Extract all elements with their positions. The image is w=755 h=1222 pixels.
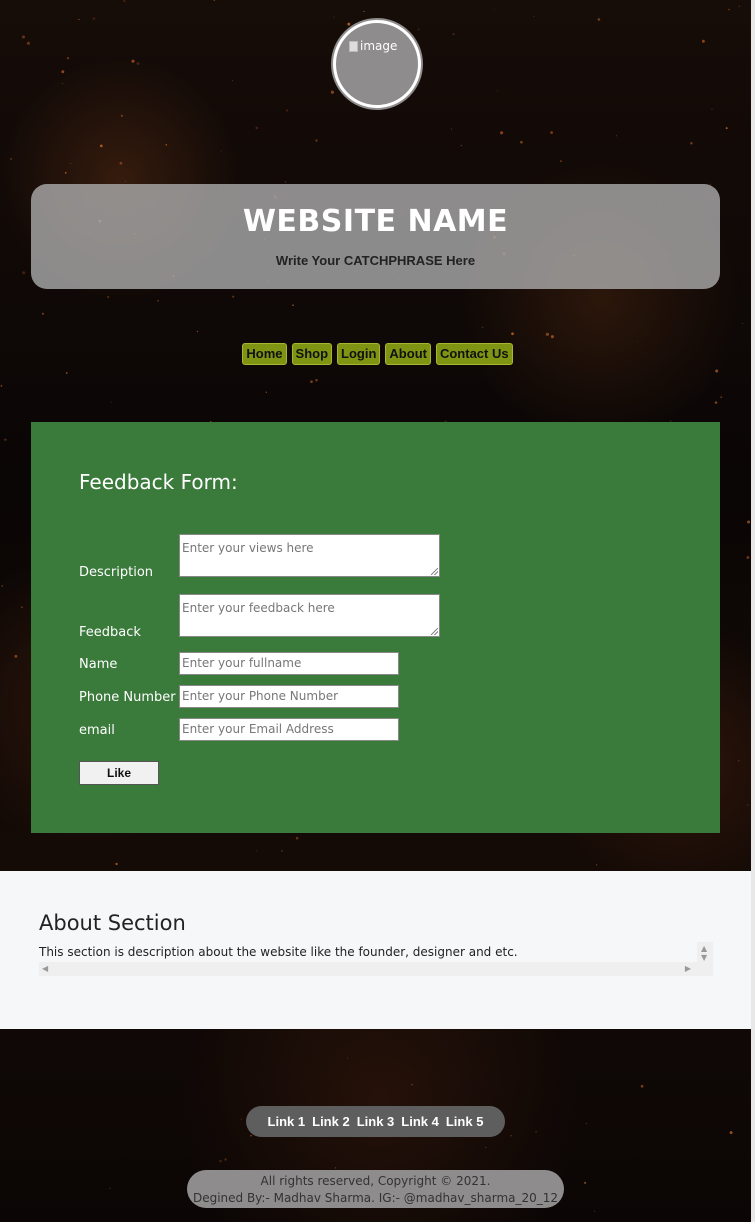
site-title: WEBSITE NAME <box>242 204 509 239</box>
about-title: About Section <box>39 911 186 935</box>
copyright-box: All rights reserved, Copyright © 2021. D… <box>187 1170 564 1208</box>
page-scrollbar[interactable] <box>751 0 755 1222</box>
nav-shop[interactable]: Shop <box>291 343 333 365</box>
description-placeholder: Enter your views here <box>182 541 314 555</box>
tagline-strong: CATCHPHRASE <box>343 253 443 268</box>
footer-link-4[interactable]: Link 4 <box>401 1114 439 1129</box>
nav-home[interactable]: Home <box>242 343 287 365</box>
about-vertical-scrollbar[interactable]: ▲ ▼ <box>697 942 713 976</box>
main-nav: Home Shop Login About Contact Us <box>0 343 755 365</box>
footer-links: Link 1 Link 2 Link 3 Link 4 Link 5 <box>246 1106 505 1137</box>
email-input[interactable]: Enter your Email Address <box>179 718 399 741</box>
name-input[interactable]: Enter your fullname <box>179 652 399 675</box>
scroll-up-icon[interactable]: ▲ <box>701 945 707 953</box>
footer-link-2[interactable]: Link 2 <box>312 1114 350 1129</box>
feedback-placeholder: Enter your feedback here <box>182 601 335 615</box>
phone-label: Phone Number <box>79 690 176 705</box>
about-horizontal-scrollbar[interactable]: ◀ ▶ <box>39 962 697 976</box>
resize-grip-icon[interactable] <box>431 628 438 635</box>
email-label: email <box>79 723 115 738</box>
name-label: Name <box>79 657 118 672</box>
scroll-down-icon[interactable]: ▼ <box>701 954 707 962</box>
phone-input[interactable]: Enter your Phone Number <box>179 685 399 708</box>
header-banner: WEBSITE NAME Write Your CATCHPHRASE Here <box>31 184 720 289</box>
name-placeholder: Enter your fullname <box>182 656 302 670</box>
description-textarea[interactable]: Enter your views here <box>179 534 440 577</box>
copyright-text: All rights reserved, Copyright © 2021. <box>260 1174 491 1188</box>
phone-placeholder: Enter your Phone Number <box>182 689 339 703</box>
like-button[interactable]: Like <box>79 761 159 785</box>
resize-grip-icon[interactable] <box>431 568 438 575</box>
email-placeholder: Enter your Email Address <box>182 722 334 736</box>
scroll-right-icon[interactable]: ▶ <box>685 965 691 973</box>
description-label: Description <box>79 565 154 580</box>
form-title: Feedback Form: <box>79 470 238 494</box>
credit-text: Degined By:- Madhav Sharma. IG:- @madhav… <box>192 1191 559 1205</box>
about-text: This section is description about the we… <box>39 945 518 959</box>
nav-contact-us[interactable]: Contact Us <box>435 343 513 365</box>
logo-image: image <box>333 20 421 108</box>
tagline-prefix: Write Your <box>275 253 341 268</box>
tagline: Write Your CATCHPHRASE Here <box>31 253 720 268</box>
feedback-form: Feedback Form: Description Enter your vi… <box>31 422 720 833</box>
logo-alt-text: image <box>360 39 398 53</box>
feedback-label: Feedback <box>79 625 141 640</box>
nav-login[interactable]: Login <box>337 343 381 365</box>
broken-image-icon: image <box>349 39 397 53</box>
scroll-left-icon[interactable]: ◀ <box>42 965 48 973</box>
tagline-suffix: Here <box>446 253 476 268</box>
footer-link-3[interactable]: Link 3 <box>357 1114 395 1129</box>
feedback-textarea[interactable]: Enter your feedback here <box>179 594 440 637</box>
footer-link-1[interactable]: Link 1 <box>268 1114 306 1129</box>
footer-link-5[interactable]: Link 5 <box>446 1114 484 1129</box>
nav-about[interactable]: About <box>385 343 431 365</box>
about-section: About Section This section is descriptio… <box>0 871 751 1029</box>
